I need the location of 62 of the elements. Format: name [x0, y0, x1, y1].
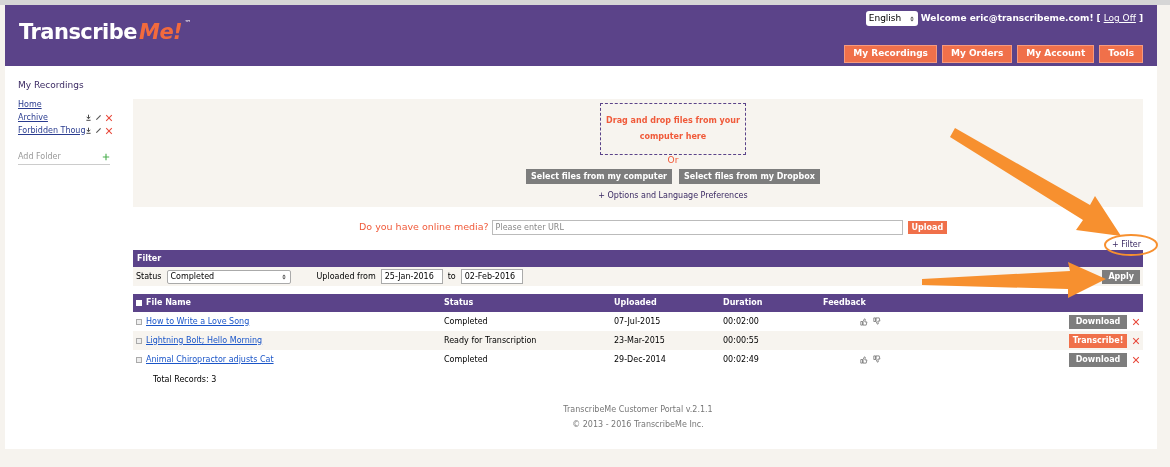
select-all-checkbox[interactable]	[136, 300, 142, 306]
column-header: File Name	[146, 297, 192, 309]
status-label: Status	[136, 270, 162, 283]
footer-text: © 2013 - 2016 TranscribeMe Inc.	[572, 419, 704, 431]
close-icon[interactable]	[105, 113, 113, 122]
log-off-link[interactable]: Log Off	[1103, 11, 1136, 26]
logo: TranscribeMe!	[19, 22, 183, 43]
download-button[interactable]: Download	[1069, 314, 1127, 329]
options-link[interactable]: + Options and Language Preferences	[598, 190, 748, 202]
online-media-label: Do you have online media?	[359, 220, 489, 235]
bracket-text: ]	[1138, 11, 1143, 25]
sidebar-title: My Recordings	[18, 79, 85, 92]
or-text: Or	[667, 155, 679, 166]
to-label: to	[447, 270, 456, 283]
status-select[interactable]: Completed	[166, 269, 291, 284]
table-cell-text: 00:02:49	[723, 353, 760, 366]
delete-icon[interactable]	[1132, 355, 1140, 364]
bracket-text: [	[1096, 11, 1101, 25]
file-name-link[interactable]: Lightning Bolt; Hello Morning	[146, 335, 263, 345]
delete-icon[interactable]	[1132, 336, 1140, 345]
language-select[interactable]: English	[865, 11, 918, 26]
table-cell-text: 07-Jul-2015	[614, 315, 662, 328]
filter-title-bar: Filter	[133, 250, 1143, 267]
file-name-link[interactable]: Animal Chiropractor adjusts Cat	[146, 354, 274, 364]
table-cell-text: Completed	[444, 315, 489, 328]
download-button[interactable]: Download	[1069, 352, 1127, 367]
delete-icon[interactable]	[1132, 317, 1140, 326]
filter-link[interactable]: + Filter	[1111, 239, 1141, 251]
folder-link[interactable]: Archive	[18, 111, 48, 124]
apply-button[interactable]: Apply	[1102, 269, 1140, 284]
row-checkbox[interactable]	[136, 318, 142, 325]
uploaded-from-label: Uploaded from	[316, 270, 376, 283]
highlight-ellipse	[1104, 234, 1158, 256]
plus-icon[interactable]	[102, 152, 110, 161]
download-icon[interactable]	[85, 114, 92, 121]
column-header: Feedback	[823, 297, 867, 309]
table-cell-text: Ready for Transcription	[444, 334, 538, 347]
url-field[interactable]: Please enter URL	[491, 220, 903, 235]
table-cell-text: 23-Mar-2015	[614, 334, 666, 347]
footer-text: TranscribeMe Customer Portal v.2.1.1	[563, 404, 713, 416]
column-header: Duration	[723, 297, 764, 309]
column-header: Uploaded	[614, 297, 658, 309]
select-files-button[interactable]: Select files from my computer	[526, 169, 672, 184]
total-records-text: Total Records: 3	[153, 374, 218, 386]
select-arrows-icon	[908, 15, 915, 22]
download-icon[interactable]	[85, 127, 92, 134]
column-header: Status	[444, 297, 475, 309]
table-cell-text: 29-Dec-2014	[614, 353, 667, 366]
table-cell-text: 00:02:00	[723, 315, 760, 328]
welcome-text: Welcome eric@transcribeme.com!	[920, 11, 1094, 25]
folder-link[interactable]: Forbidden Thoug	[18, 124, 85, 137]
date-from-field[interactable]: 25-Jan-2016	[380, 269, 443, 284]
table-cell-text: Completed	[444, 353, 489, 366]
select-arrows-icon	[280, 273, 287, 280]
folder-link[interactable]: Home	[18, 98, 42, 111]
row-checkbox[interactable]	[136, 337, 142, 344]
select-files-button[interactable]: Select files from my Dropbox	[679, 169, 820, 184]
table-cell-text: 00:00:55	[723, 334, 760, 347]
date-to-field[interactable]: 02-Feb-2016	[460, 269, 523, 284]
close-icon[interactable]	[105, 126, 113, 135]
file-name-link[interactable]: How to Write a Love Song	[146, 316, 250, 326]
row-checkbox[interactable]	[136, 356, 142, 363]
